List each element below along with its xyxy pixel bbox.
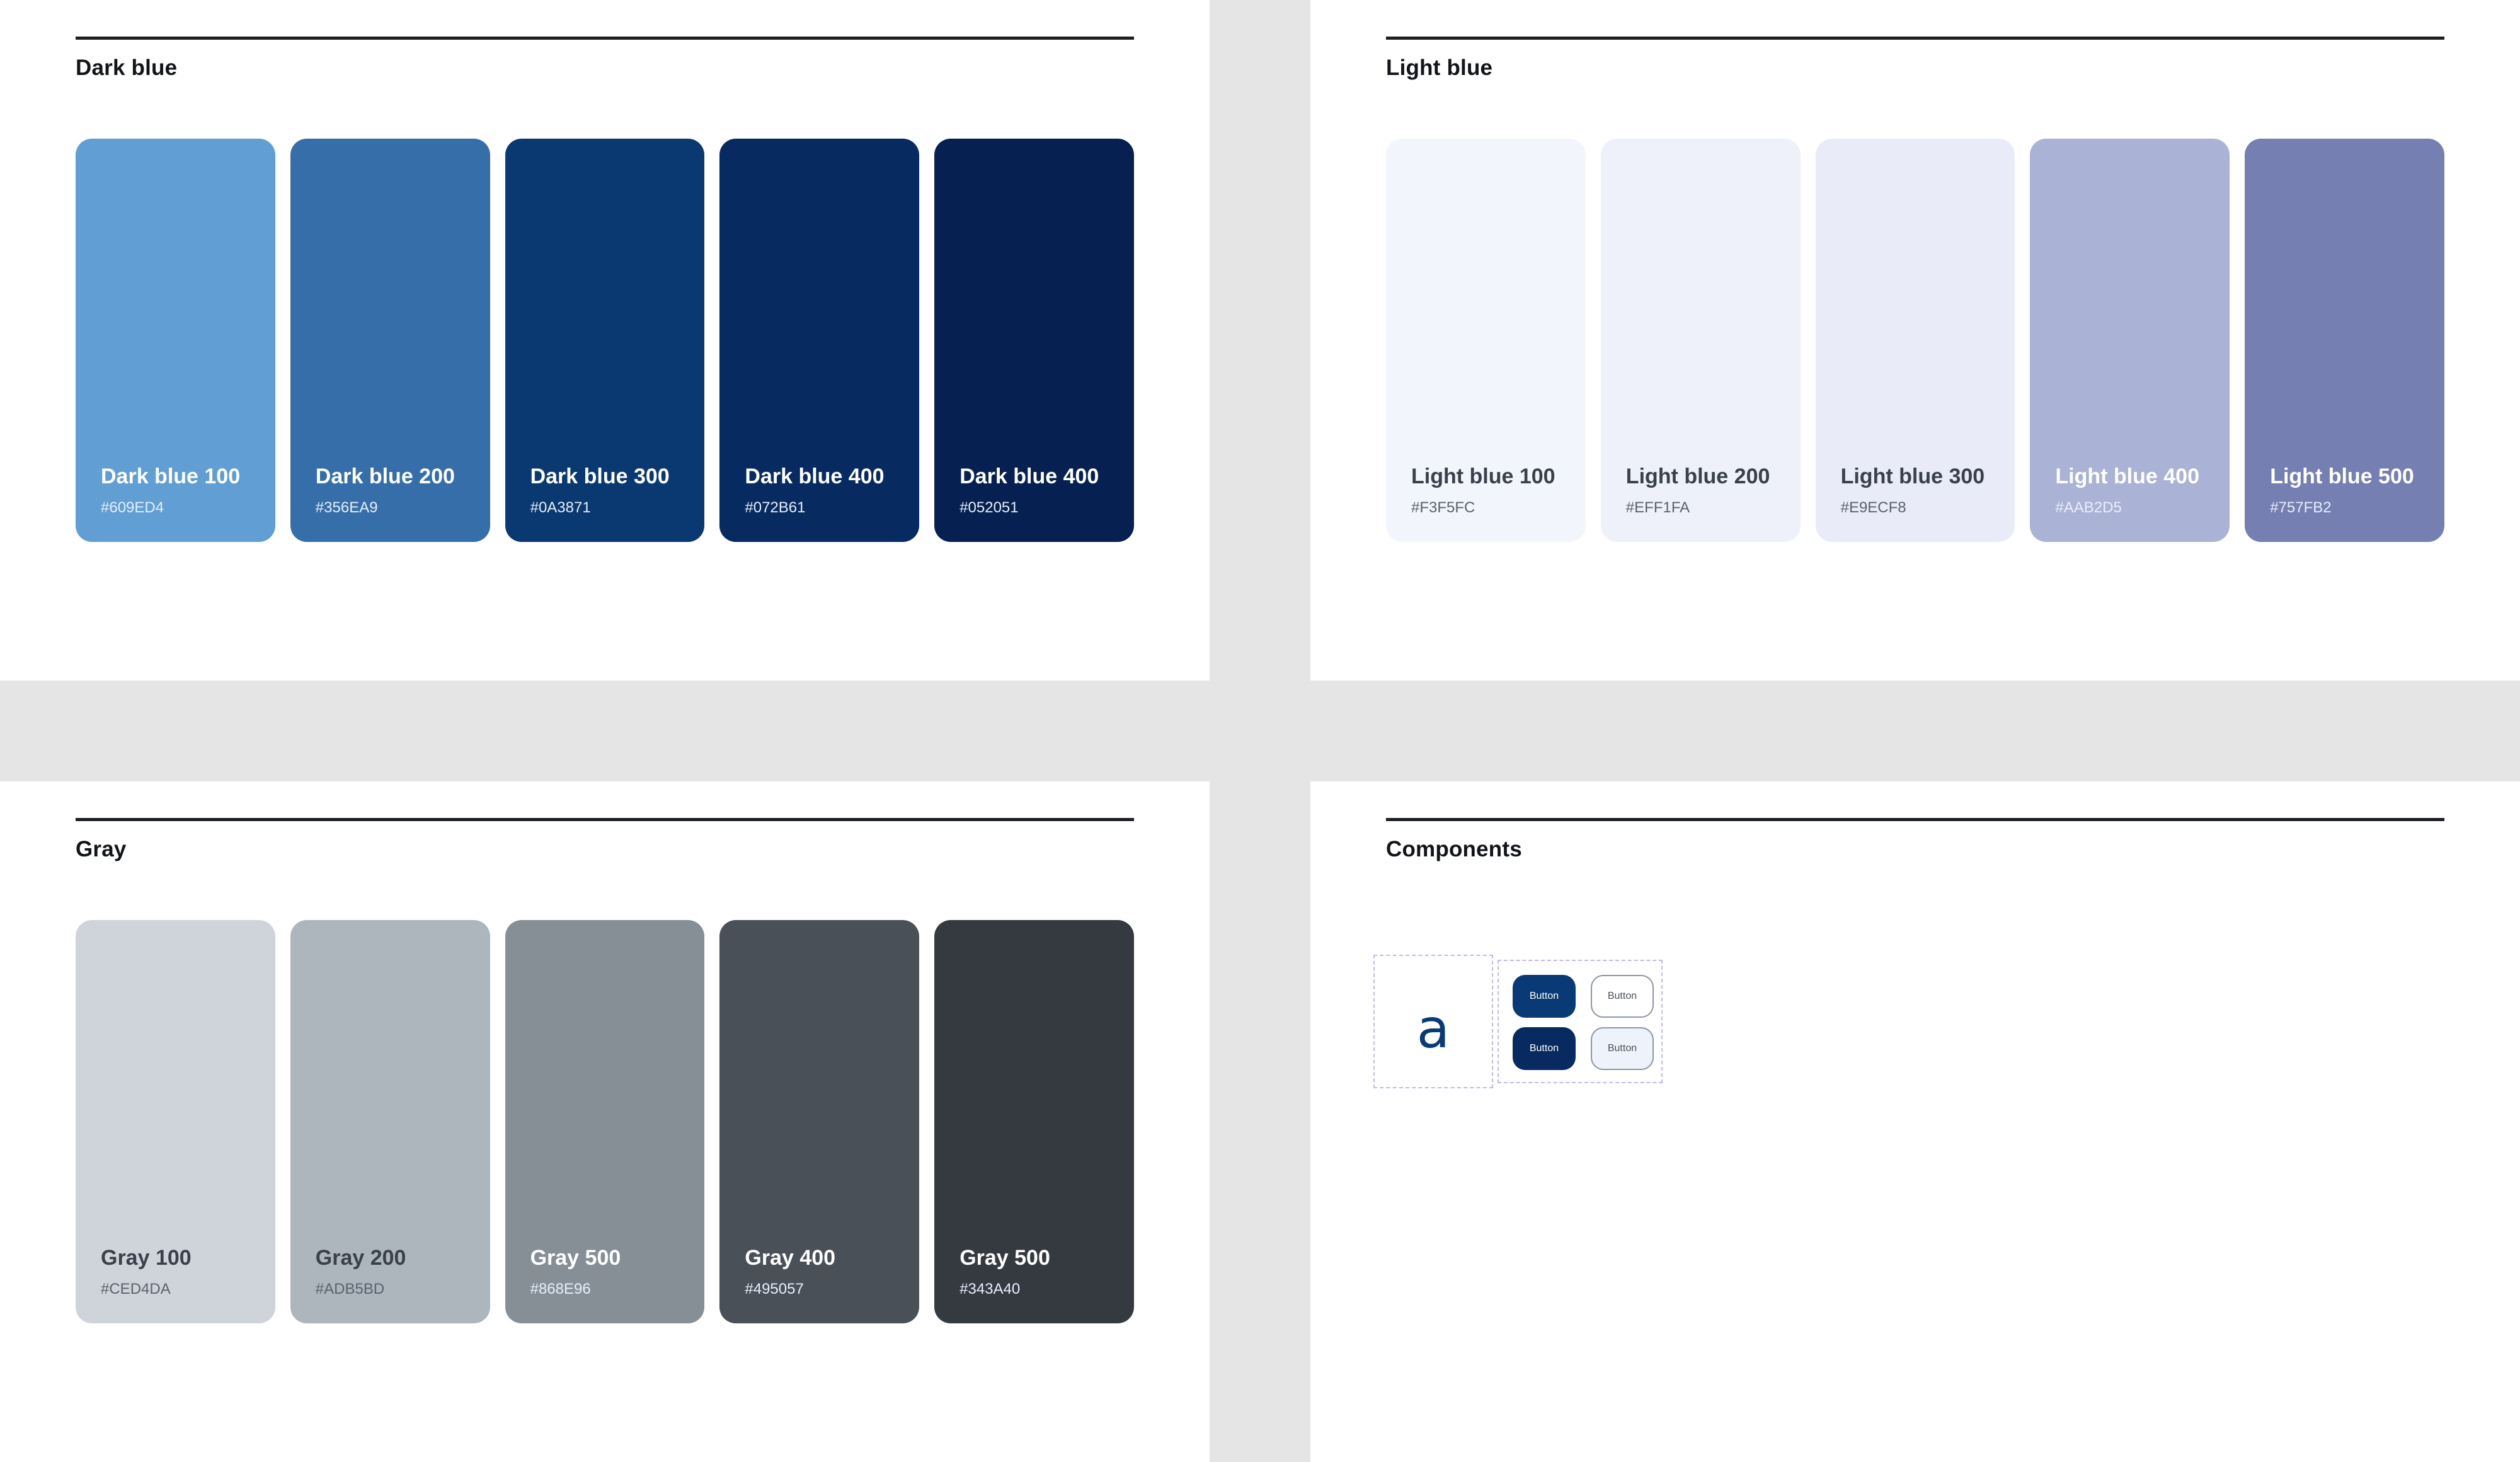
swatch-hex: #495057 <box>745 1281 804 1298</box>
section-divider <box>1386 37 2444 40</box>
swatch-hex: #0A3871 <box>530 499 591 516</box>
swatch-name: Light blue 100 <box>1411 464 1555 488</box>
section-divider <box>76 818 1134 821</box>
swatch-dark-blue-300[interactable]: Dark blue 300 #0A3871 <box>505 139 705 542</box>
section-divider <box>1386 818 2444 821</box>
swatch-light-blue-100[interactable]: Light blue 100 #F3F5FC <box>1386 139 1586 542</box>
button-outline[interactable]: Button <box>1591 975 1654 1018</box>
swatch-name: Light blue 500 <box>2270 464 2414 488</box>
button-primary[interactable]: Button <box>1513 975 1576 1018</box>
swatch-dark-blue-200[interactable]: Dark blue 200 #356EA9 <box>290 139 490 542</box>
section-title-gray: Gray <box>76 837 127 861</box>
swatch-name: Dark blue 200 <box>315 464 455 488</box>
swatch-name: Light blue 400 <box>2055 464 2199 488</box>
section-title-components: Components <box>1386 837 1522 861</box>
swatch-hex: #052051 <box>959 499 1019 516</box>
swatch-dark-blue-100[interactable]: Dark blue 100 #609ED4 <box>76 139 275 542</box>
panel-components: Components a Button Button Button Button <box>1310 781 2520 1462</box>
swatch-light-blue-400[interactable]: Light blue 400 #AAB2D5 <box>2030 139 2230 542</box>
swatch-name: Dark blue 400 <box>959 464 1099 488</box>
glyph-a: a <box>1416 998 1450 1061</box>
swatch-hex: #356EA9 <box>315 499 378 516</box>
button-outline-tinted[interactable]: Button <box>1591 1027 1654 1070</box>
swatch-name: Gray 100 <box>101 1246 192 1270</box>
section-divider <box>76 37 1134 40</box>
swatch-name: Light blue 300 <box>1840 464 1985 488</box>
swatch-hex: #757FB2 <box>2270 499 2332 516</box>
swatch-hex: #868E96 <box>530 1281 591 1298</box>
swatch-dark-blue-400b[interactable]: Dark blue 400 #052051 <box>934 139 1134 542</box>
swatch-hex: #AAB2D5 <box>2055 499 2122 516</box>
swatch-gray-100[interactable]: Gray 100 #CED4DA <box>76 920 275 1323</box>
swatch-row-dark-blue: Dark blue 100 #609ED4 Dark blue 200 #356… <box>76 139 1134 542</box>
swatch-hex: #343A40 <box>959 1281 1021 1298</box>
swatch-hex: #EFF1FA <box>1625 499 1690 516</box>
swatch-hex: #F3F5FC <box>1411 499 1475 516</box>
panel-light-blue: Light blue Light blue 100 #F3F5FC Light … <box>1310 0 2520 681</box>
component-glyph-frame[interactable]: a <box>1373 955 1493 1088</box>
swatch-light-blue-300[interactable]: Light blue 300 #E9ECF8 <box>1815 139 2015 542</box>
panel-gray: Gray Gray 100 #CED4DA Gray 200 #ADB5BD G… <box>0 781 1210 1462</box>
swatch-gray-500[interactable]: Gray 500 #868E96 <box>505 920 705 1323</box>
swatch-name: Gray 500 <box>959 1246 1050 1270</box>
button-primary-dark[interactable]: Button <box>1513 1027 1576 1070</box>
swatch-name: Dark blue 100 <box>101 464 241 488</box>
swatch-name: Gray 200 <box>315 1246 406 1270</box>
swatch-gray-200[interactable]: Gray 200 #ADB5BD <box>290 920 490 1323</box>
swatch-dark-blue-400[interactable]: Dark blue 400 #072B61 <box>719 139 920 542</box>
section-title-dark-blue: Dark blue <box>76 55 178 80</box>
swatch-row-light-blue: Light blue 100 #F3F5FC Light blue 200 #E… <box>1386 139 2444 542</box>
swatch-row-gray: Gray 100 #CED4DA Gray 200 #ADB5BD Gray 5… <box>76 920 1134 1323</box>
swatch-name: Gray 500 <box>530 1246 621 1270</box>
swatch-name: Gray 400 <box>745 1246 836 1270</box>
component-buttons-frame[interactable]: Button Button Button Button <box>1498 960 1663 1083</box>
swatch-light-blue-500[interactable]: Light blue 500 #757FB2 <box>2245 139 2444 542</box>
swatch-name: Light blue 200 <box>1625 464 1770 488</box>
panel-dark-blue: Dark blue Dark blue 100 #609ED4 Dark blu… <box>0 0 1210 681</box>
swatch-gray-500b[interactable]: Gray 500 #343A40 <box>934 920 1134 1323</box>
swatch-hex: #609ED4 <box>101 499 164 516</box>
swatch-name: Dark blue 300 <box>530 464 670 488</box>
swatch-hex: #072B61 <box>745 499 806 516</box>
swatch-hex: #E9ECF8 <box>1840 499 1906 516</box>
swatch-name: Dark blue 400 <box>745 464 885 488</box>
swatch-light-blue-200[interactable]: Light blue 200 #EFF1FA <box>1600 139 1801 542</box>
section-title-light-blue: Light blue <box>1386 55 1493 80</box>
swatch-gray-400[interactable]: Gray 400 #495057 <box>719 920 920 1323</box>
swatch-hex: #CED4DA <box>101 1281 171 1298</box>
swatch-hex: #ADB5BD <box>315 1281 385 1298</box>
